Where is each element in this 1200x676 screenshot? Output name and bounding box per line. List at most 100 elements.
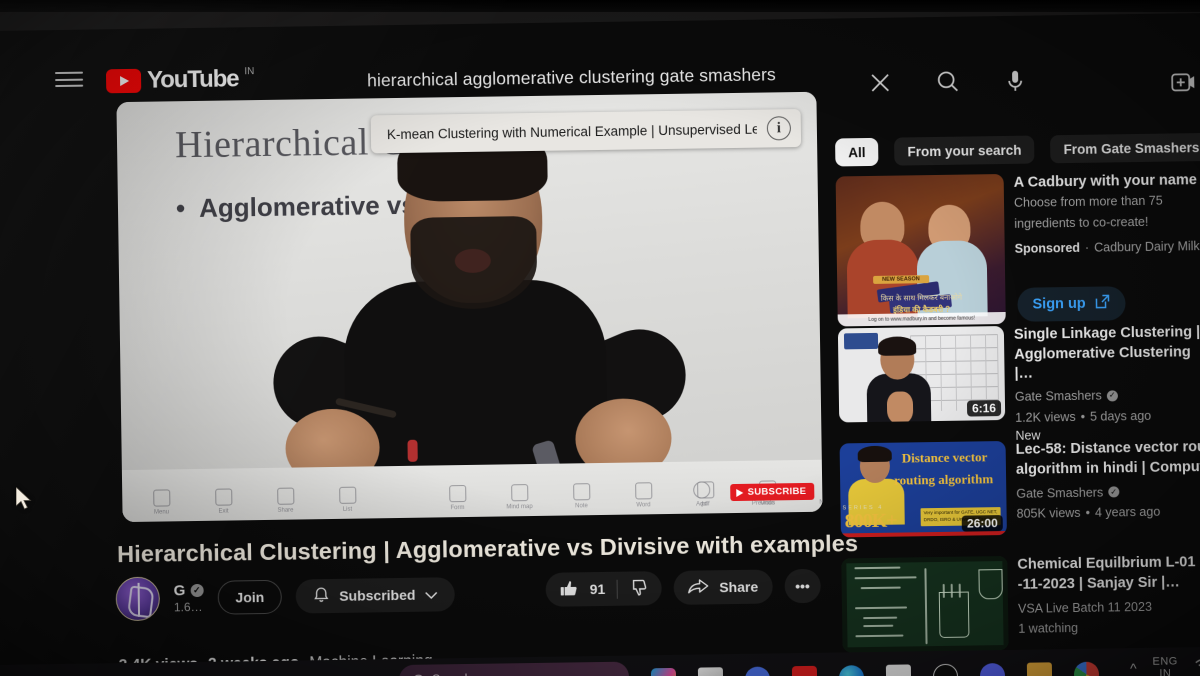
close-x-icon[interactable] [867,70,893,101]
url-path: /watch?v=zxQF8Rmpk1M [298,0,482,7]
subscribed-button[interactable]: Subscribed [295,577,455,614]
channel-info[interactable]: G ✓ 1.6… [174,582,204,614]
dot-separator: • [1080,409,1086,424]
ad-separator: · [1084,240,1090,255]
notification-bell-icon [313,586,330,607]
video-channel-name[interactable]: Gate Smashers [1015,386,1102,406]
chevron-right-icon[interactable]: › [817,480,823,497]
menu-icon[interactable] [152,489,170,507]
video-thumbnail[interactable]: Distance vector routing algorithm SERIES… [839,440,1007,538]
video-thumbnail[interactable] [841,555,1009,653]
note-hand-icon[interactable] [572,483,590,501]
form-grid-icon[interactable] [448,485,466,503]
photo-of-monitor: ‹ › ↻ −ₒ youtube.com/watch?v=zxQF8Rmpk1M… [0,0,1200,676]
monitor-screen: ‹ › ↻ −ₒ youtube.com/watch?v=zxQF8Rmpk1M… [0,0,1200,676]
share-arrow-icon [687,577,708,598]
mindmap-icon[interactable] [510,484,528,502]
edge-icon[interactable] [838,665,865,676]
ad-footer-text: Log on to www.madbury.in and become famo… [837,311,1006,327]
thumbnail-artwork [841,555,1009,653]
video-thumbnail[interactable]: 6:16 [837,326,1006,423]
word-doc-icon[interactable] [634,482,652,500]
video-title-line-2: algorithm in hindi | Comput [1015,459,1200,479]
site-info-icon[interactable]: −ₒ [169,0,182,9]
language-bottom: IN [1159,667,1172,676]
tray-chevron-up-icon[interactable]: ^ [1130,660,1137,676]
whiteboard-toolbar[interactable]: Menu Exit Share List Form Mind map Note … [121,459,823,523]
play-triangle-icon [736,488,744,497]
verified-check-icon: ✓ [190,583,204,598]
exit-icon[interactable] [214,488,232,506]
join-button[interactable]: Join [217,579,283,615]
channel-avatar[interactable] [115,576,161,622]
windows-taskbar: Search ^ ENG [0,646,1200,676]
magnifier-icon[interactable] [935,69,961,100]
file-explorer-icon[interactable] [697,667,724,676]
sidebar-video-item[interactable]: 6:16 Single Linkage Clustering | Agglome… [837,323,1200,446]
video-view-count: 805K views [1016,506,1081,522]
like-dislike-group[interactable]: 91 [545,571,662,607]
office-icon[interactable] [650,667,677,676]
more-actions-button[interactable]: ••• [783,568,822,604]
channel-row: G ✓ 1.6… Join Subscribed [115,572,455,622]
taskbar-search-placeholder: Search [432,672,472,676]
share-label: Share [719,578,759,596]
microsoft-store-icon[interactable] [885,664,912,676]
ad-advertiser: Cadbury Dairy Milk [1094,238,1200,255]
country-code-label: IN [244,66,255,78]
plus-circle-icon[interactable] [692,481,710,499]
video-actions: 91 Share ••• [545,568,822,607]
discord-icon[interactable] [979,663,1006,676]
bookmark-star-icon[interactable]: ☆ [1112,0,1126,2]
list-icon[interactable] [338,486,356,504]
video-duration: 26:00 [961,515,1003,532]
browser-nav-buttons[interactable]: ‹ › ↻ [53,0,104,16]
video-channel-name[interactable]: VSA Live Batch 11 2023 [1018,597,1152,618]
create-video-icon[interactable] [1170,70,1196,99]
thumbs-down-icon[interactable] [628,578,647,599]
video-text-block: Single Linkage Clustering | Agglomerativ… [1014,323,1200,443]
dell-support-icon[interactable] [932,663,959,676]
sidebar-video-item[interactable]: Distance vector routing algorithm SERIES… [839,438,1200,538]
verified-check-icon: ✓ [1106,389,1118,402]
address-bar[interactable]: youtube.com/watch?v=zxQF8Rmpk1M [199,0,482,10]
video-text-block: Lec-58: Distance vector rou algorithm in… [1016,438,1200,535]
share-grid-icon[interactable] [276,487,294,505]
video-subscribe-watermark[interactable]: SUBSCRIBE [730,482,815,502]
taskbar-search-box[interactable]: Search [398,661,630,676]
video-view-count: 1 watching [1018,621,1079,637]
folder-icon[interactable] [1026,662,1053,676]
msi-icon[interactable] [791,665,818,676]
youtube-logo[interactable]: YouTube IN [105,65,255,95]
share-button[interactable]: Share [673,569,773,605]
toolbar-item: List [330,486,364,514]
url-domain: youtube.com [199,0,299,9]
ad-signup-button[interactable]: Sign up [1017,286,1126,322]
chip-all[interactable]: All [835,137,879,167]
ad-thumbnail[interactable]: NEW SEASON किस के साथ मिलकर बनाओगे इंडिय… [835,173,1006,327]
microphone-icon[interactable] [1003,68,1027,99]
chip-from-gate-smashers[interactable]: From Gate Smashers [1050,132,1200,164]
ad-description-line-2: ingredients to co-create! [1014,214,1149,231]
video-player[interactable]: Hierarchical Clustering Agglomerative vs… [116,91,823,523]
hamburger-menu-icon[interactable] [54,71,84,88]
install-icon[interactable]: ⎒ [1082,0,1094,2]
taskbar-app-icons [650,661,1100,676]
wifi-icon[interactable] [1194,657,1200,676]
channel-name: G [173,582,186,600]
video-title-line-2: Agglomerative Clustering |… [1014,344,1191,382]
chip-from-your-search[interactable]: From your search [894,135,1035,166]
video-title-line-1: Single Linkage Clustering | [1013,324,1200,343]
video-info-card[interactable]: K-mean Clustering with Numerical Example… [370,108,802,154]
extensions-puzzle-icon[interactable]: ⏣ [1178,0,1191,1]
thumbs-up-icon[interactable] [560,579,579,600]
divider [616,579,618,599]
sidebar-video-item[interactable]: Chemical Equilbrium L-01 -11-2023 | Sanj… [841,553,1200,653]
zoom-icon[interactable] [744,666,771,676]
video-text-block: Chemical Equilbrium L-01 -11-2023 | Sanj… [1017,553,1196,650]
language-indicator[interactable]: ENG IN [1152,655,1178,676]
video-channel-name[interactable]: Gate Smashers [1016,483,1103,503]
info-circle-icon[interactable]: i [766,116,792,141]
chrome-icon[interactable] [1073,661,1100,676]
ad-sponsored-label: Sponsored [1014,240,1081,256]
